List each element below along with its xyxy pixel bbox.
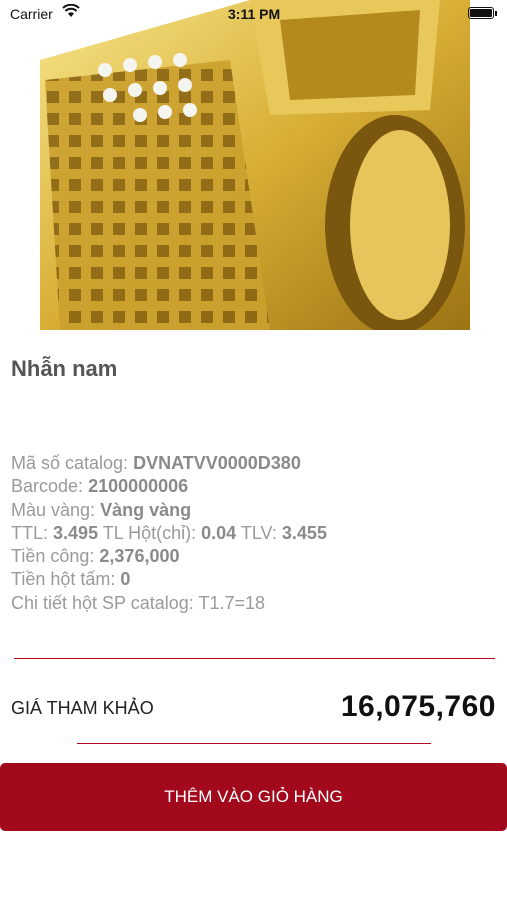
barcode-label: Barcode: — [11, 476, 84, 497]
price-value: 16,075,760 — [340, 690, 496, 723]
stone-label: Tiền hột tấm: — [11, 569, 116, 590]
stone-detail-row: Chi tiết hột SP catalog: T1.7=18 — [11, 592, 501, 615]
gold-color-value: Vàng vàng — [100, 499, 192, 520]
product-title: Nhẫn nam — [11, 356, 118, 381]
stone-detail-label: Chi tiết hột SP catalog: — [11, 592, 194, 613]
catalog-value: DVNATVV0000D380 — [133, 453, 301, 473]
gold-color-row: Màu vàng: Vàng vàng — [11, 499, 501, 522]
divider-bottom — [77, 743, 431, 744]
product-image — [0, 0, 507, 330]
barcode-value: 2100000006 — [88, 476, 189, 497]
battery-tip — [495, 11, 497, 16]
gold-color-label: Màu vàng: — [11, 499, 96, 520]
catalog-row: Mã số catalog: DVNATVV0000D380 — [11, 452, 501, 475]
divider-top — [14, 658, 495, 659]
ttl-value: 3.495 — [53, 522, 99, 543]
stone-value: 0 — [120, 569, 131, 590]
tlv-value: 3.455 — [281, 522, 327, 543]
labor-value: 2,376,000 — [99, 546, 180, 567]
tl-hot-value: 0.04 — [201, 522, 237, 543]
stone-row: Tiền hột tấm: 0 — [11, 568, 501, 591]
catalog-label: Mã số catalog: — [11, 453, 129, 473]
labor-label: Tiền công: — [11, 546, 95, 567]
wifi-icon — [62, 4, 80, 17]
weight-row: TTL: 3.495 TL Hột(chỉ): 0.04 TLV: 3.455 — [11, 522, 501, 545]
battery-icon — [468, 7, 494, 19]
ttl-label: TTL: — [11, 522, 49, 543]
add-to-cart-button[interactable]: THÊM VÀO GIỎ HÀNG — [0, 763, 507, 831]
product-details: Mã số catalog: DVNATVV0000D380 Barcode: … — [11, 452, 501, 615]
carrier-label: Carrier — [10, 6, 53, 22]
stone-detail-value: T1.7=18 — [198, 592, 266, 613]
tl-hot-label: TL Hột(chỉ): — [102, 522, 197, 543]
price-label: GIÁ THAM KHẢO — [11, 698, 154, 718]
clock: 3:11 PM — [228, 6, 281, 22]
back-chevron-icon[interactable]: ‹ — [16, 46, 34, 72]
barcode-row: Barcode: 2100000006 — [11, 475, 501, 498]
labor-row: Tiền công: 2,376,000 — [11, 545, 501, 568]
tlv-label: TLV: — [240, 522, 277, 543]
status-bar: Carrier 3:11 PM — [0, 0, 507, 28]
gold-ring-icon — [0, 0, 507, 330]
